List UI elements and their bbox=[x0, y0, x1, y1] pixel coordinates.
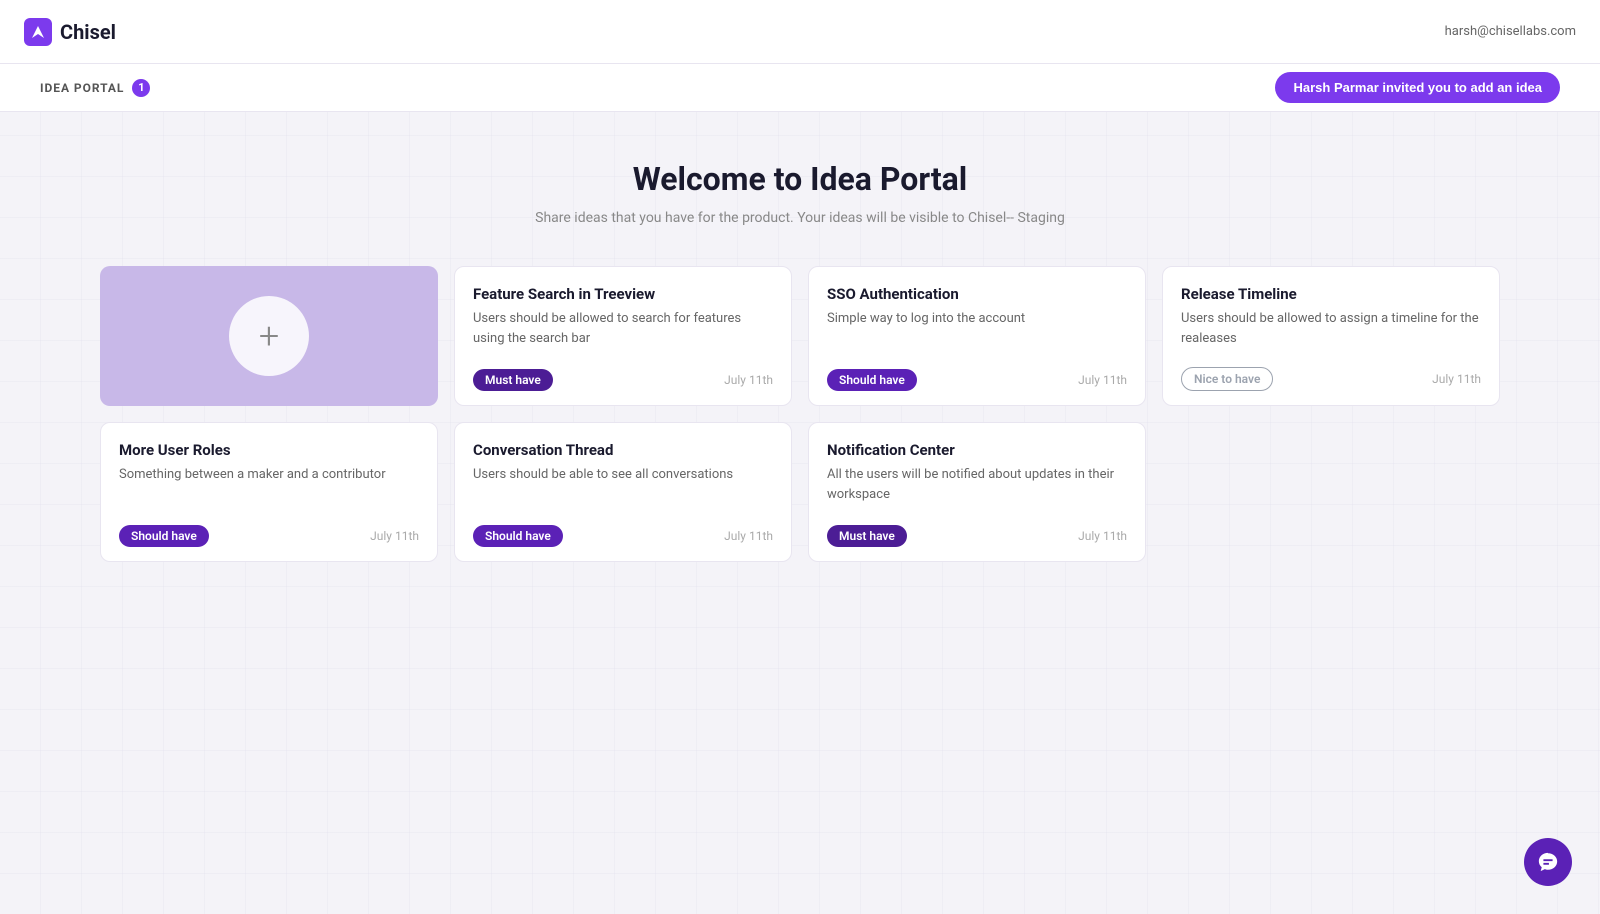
idea-card-1[interactable]: Feature Search in Treeview Users should … bbox=[454, 266, 792, 406]
header: Chisel harsh@chisellabs.com bbox=[0, 0, 1600, 64]
card-content-1: Feature Search in Treeview Users should … bbox=[473, 285, 773, 364]
idea-card-5[interactable]: Conversation Thread Users should be able… bbox=[454, 422, 792, 562]
card-title-4: More User Roles bbox=[119, 441, 419, 459]
idea-card-2[interactable]: SSO Authentication Simple way to log int… bbox=[808, 266, 1146, 406]
chisel-logo-icon bbox=[24, 18, 52, 46]
card-date-6: July 11th bbox=[1078, 529, 1127, 543]
card-title-6: Notification Center bbox=[827, 441, 1127, 459]
idea-card-4[interactable]: More User Roles Something between a make… bbox=[100, 422, 438, 562]
card-footer-6: Must have July 11th bbox=[827, 525, 1127, 547]
add-circle: + bbox=[229, 296, 309, 376]
page-subtitle: Share ideas that you have for the produc… bbox=[40, 210, 1560, 226]
idea-card-3[interactable]: Release Timeline Users should be allowed… bbox=[1162, 266, 1500, 406]
card-title-1: Feature Search in Treeview bbox=[473, 285, 773, 303]
card-date-1: July 11th bbox=[724, 373, 773, 387]
empty-card-placeholder bbox=[1162, 422, 1500, 562]
card-date-3: July 11th bbox=[1432, 372, 1481, 386]
card-desc-4: Something between a maker and a contribu… bbox=[119, 465, 419, 485]
logo-text: Chisel bbox=[60, 20, 116, 44]
card-content-6: Notification Center All the users will b… bbox=[827, 441, 1127, 520]
portal-label-area: IDEA PORTAL 1 bbox=[40, 79, 150, 97]
chat-support-button[interactable] bbox=[1524, 838, 1572, 886]
card-footer-3: Nice to have July 11th bbox=[1181, 367, 1481, 391]
chat-icon bbox=[1537, 851, 1559, 873]
invite-button[interactable]: Harsh Parmar invited you to add an idea bbox=[1275, 72, 1560, 103]
logo-area: Chisel bbox=[24, 18, 116, 46]
card-footer-2: Should have July 11th bbox=[827, 369, 1127, 391]
user-email: harsh@chisellabs.com bbox=[1445, 24, 1576, 39]
card-desc-2: Simple way to log into the account bbox=[827, 309, 1127, 329]
notification-badge: 1 bbox=[132, 79, 150, 97]
idea-card-6[interactable]: Notification Center All the users will b… bbox=[808, 422, 1146, 562]
badge-4: Should have bbox=[119, 525, 209, 547]
card-title-3: Release Timeline bbox=[1181, 285, 1481, 303]
page-title: Welcome to Idea Portal bbox=[40, 160, 1560, 198]
add-idea-card[interactable]: + bbox=[100, 266, 438, 406]
card-date-5: July 11th bbox=[724, 529, 773, 543]
portal-label: IDEA PORTAL bbox=[40, 81, 124, 95]
card-desc-3: Users should be allowed to assign a time… bbox=[1181, 309, 1481, 348]
card-desc-5: Users should be able to see all conversa… bbox=[473, 465, 773, 485]
card-desc-1: Users should be allowed to search for fe… bbox=[473, 309, 773, 348]
card-date-2: July 11th bbox=[1078, 373, 1127, 387]
main-content: Welcome to Idea Portal Share ideas that … bbox=[0, 112, 1600, 602]
card-content-5: Conversation Thread Users should be able… bbox=[473, 441, 773, 501]
card-title-2: SSO Authentication bbox=[827, 285, 1127, 303]
plus-icon: + bbox=[259, 318, 279, 354]
card-date-4: July 11th bbox=[370, 529, 419, 543]
badge-3: Nice to have bbox=[1181, 367, 1273, 391]
badge-6: Must have bbox=[827, 525, 907, 547]
card-content-3: Release Timeline Users should be allowed… bbox=[1181, 285, 1481, 364]
badge-1: Must have bbox=[473, 369, 553, 391]
badge-5: Should have bbox=[473, 525, 563, 547]
card-footer-5: Should have July 11th bbox=[473, 525, 773, 547]
card-title-5: Conversation Thread bbox=[473, 441, 773, 459]
card-content-2: SSO Authentication Simple way to log int… bbox=[827, 285, 1127, 345]
card-content-4: More User Roles Something between a make… bbox=[119, 441, 419, 501]
badge-2: Should have bbox=[827, 369, 917, 391]
sub-header: IDEA PORTAL 1 Harsh Parmar invited you t… bbox=[0, 64, 1600, 112]
card-footer-1: Must have July 11th bbox=[473, 369, 773, 391]
cards-grid: + Feature Search in Treeview Users shoul… bbox=[100, 266, 1500, 562]
card-footer-4: Should have July 11th bbox=[119, 525, 419, 547]
card-desc-6: All the users will be notified about upd… bbox=[827, 465, 1127, 504]
